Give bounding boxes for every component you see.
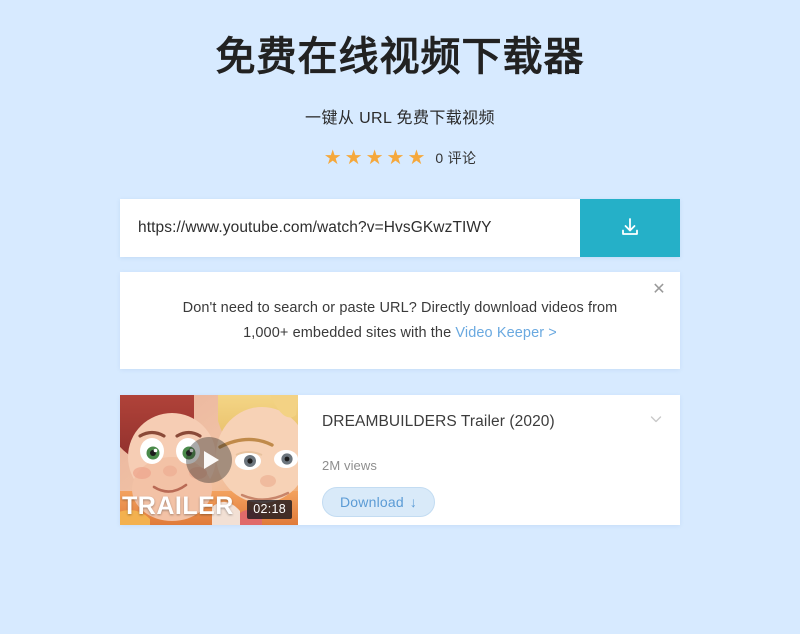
video-download-label: Download	[340, 493, 404, 510]
video-result-info: DREAMBUILDERS Trailer (2020) 2M views Do…	[298, 395, 680, 525]
close-icon[interactable]: ✕	[648, 279, 670, 301]
video-download-button[interactable]: Download ↓	[322, 486, 436, 517]
rating-row: ★ ★ ★ ★ ★ 0 评论	[0, 148, 800, 168]
star-icon: ★	[407, 147, 426, 169]
download-icon	[617, 215, 643, 241]
chevron-down-icon[interactable]	[646, 409, 666, 429]
video-result-card: TRAILER 02:18 DREAMBUILDERS Trailer (202…	[120, 394, 680, 525]
star-icon: ★	[344, 147, 363, 169]
app-page: 免费在线视频下载器 一键从 URL 免费下载视频 ★ ★ ★ ★ ★ 0 评论	[0, 0, 800, 634]
star-rating: ★ ★ ★ ★ ★	[324, 148, 426, 168]
download-submit-button[interactable]	[580, 199, 680, 257]
thumbnail-label: TRAILER	[122, 491, 234, 520]
play-icon[interactable]	[186, 436, 232, 483]
star-icon: ★	[323, 147, 342, 169]
page-subtitle: 一键从 URL 免费下载视频	[305, 110, 495, 127]
url-input[interactable]	[120, 199, 580, 257]
star-icon: ★	[365, 147, 384, 169]
video-view-count: 2M views	[322, 457, 377, 473]
star-icon: ★	[386, 147, 405, 169]
video-keeper-link[interactable]: Video Keeper >	[455, 325, 557, 341]
video-duration-badge: 02:18	[247, 500, 292, 519]
promo-banner: ✕ Don't need to search or paste URL? Dir…	[120, 272, 680, 369]
page-header: 免费在线视频下载器 一键从 URL 免费下载视频 ★ ★ ★ ★ ★ 0 评论	[0, 0, 800, 168]
page-title: 免费在线视频下载器	[215, 35, 585, 79]
video-title: DREAMBUILDERS Trailer (2020)	[322, 412, 555, 430]
video-thumbnail[interactable]: TRAILER 02:18	[120, 394, 298, 525]
download-arrow-icon: ↓	[409, 493, 418, 510]
reviews-count: 0 评论	[435, 150, 477, 166]
url-search-bar	[120, 199, 680, 257]
promo-banner-text: Don't need to search or paste URL? Direc…	[166, 296, 634, 347]
